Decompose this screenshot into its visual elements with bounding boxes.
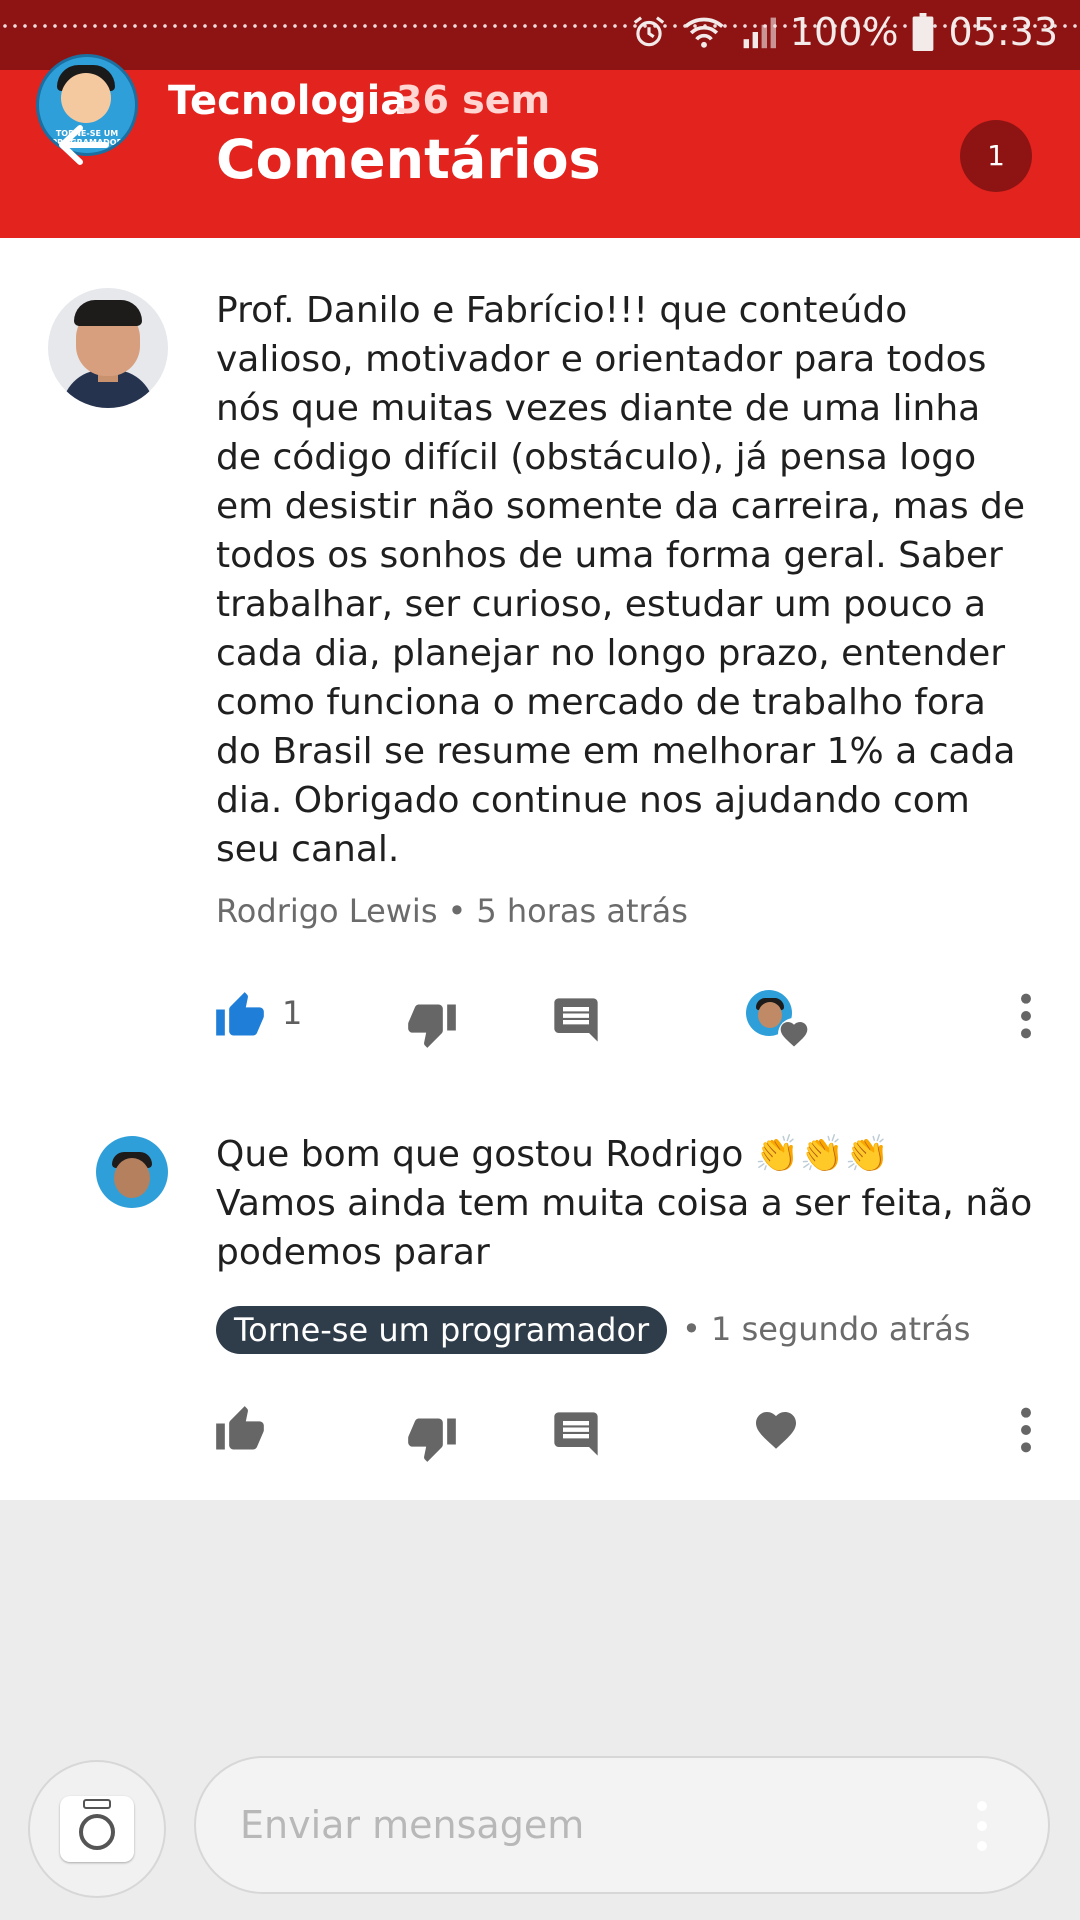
more-options-icon[interactable] [1000, 1404, 1052, 1456]
app-header: TORNE-SE UM PROGRAMADOR Tecnologia 36 se… [0, 54, 1080, 238]
meta-separator: • [682, 1310, 701, 1348]
status-bar: 100% 05:33 [0, 0, 1080, 70]
status-icons: 100% 05:33 [630, 10, 1058, 54]
battery-icon [913, 13, 934, 51]
thumbs-down-icon[interactable] [406, 998, 458, 1050]
back-arrow-icon[interactable] [52, 120, 112, 170]
battery-percent: 100% [789, 10, 899, 54]
reply-icon[interactable] [550, 994, 602, 1046]
heart-icon[interactable] [778, 1018, 810, 1050]
camera-button[interactable] [28, 1760, 166, 1898]
wifi-icon [684, 17, 724, 48]
reply-body: Que bom que gostou Rodrigo 👏👏👏 Vamos aind… [216, 1130, 1036, 1277]
camera-icon [60, 1796, 134, 1862]
commenter-avatar[interactable] [48, 288, 168, 408]
reply-icon[interactable] [550, 1408, 602, 1460]
clapping-hands-emoji: 👏👏👏 [754, 1134, 890, 1175]
reply-author-chip[interactable]: Torne-se um programador [216, 1306, 668, 1354]
avatar-hair [74, 300, 142, 326]
comment-meta: Rodrigo Lewis • 5 horas atrás [216, 892, 688, 930]
thumbs-up-icon[interactable] [214, 990, 266, 1042]
reply-line-2: Vamos ainda tem muita coisa a ser feita,… [216, 1183, 1033, 1273]
clock: 05:33 [948, 10, 1058, 54]
reply-actions [0, 1398, 1080, 1462]
message-composer [0, 1740, 1080, 1920]
comment-time: 5 horas atrás [476, 892, 688, 930]
reply-meta: • 1 segundo atrás [682, 1310, 970, 1348]
comment-body: Prof. Danilo e Fabrício!!! que conteúdo … [216, 290, 1026, 870]
more-options-icon[interactable] [1000, 990, 1052, 1042]
avatar-face [61, 73, 111, 123]
avatar-face [114, 1158, 150, 1198]
alarm-icon [633, 16, 665, 47]
comment-count-badge: 1 [960, 120, 1032, 192]
reply-time: 1 segundo atrás [711, 1310, 971, 1348]
meta-separator: • [447, 892, 467, 930]
channel-age: 36 sem [396, 78, 551, 122]
comment-actions: 1 [0, 984, 1080, 1050]
reply-avatar[interactable] [96, 1136, 168, 1208]
like-count: 1 [282, 994, 303, 1032]
page-title: Comentários [216, 128, 601, 191]
thumbs-down-icon[interactable] [406, 1412, 458, 1464]
reply-line-1: Que bom que gostou Rodrigo [216, 1134, 744, 1175]
comment-author[interactable]: Rodrigo Lewis [216, 892, 437, 930]
signal-icon [743, 17, 776, 49]
comments-panel: Prof. Danilo e Fabrício!!! que conteúdo … [0, 238, 1080, 1500]
input-more-icon[interactable] [972, 1798, 992, 1854]
thumbs-up-icon[interactable] [214, 1404, 266, 1456]
channel-name[interactable]: Tecnologia [168, 78, 407, 124]
message-input[interactable] [194, 1756, 1050, 1894]
heart-icon[interactable] [752, 1406, 800, 1454]
camera-lens-icon [79, 1799, 115, 1850]
